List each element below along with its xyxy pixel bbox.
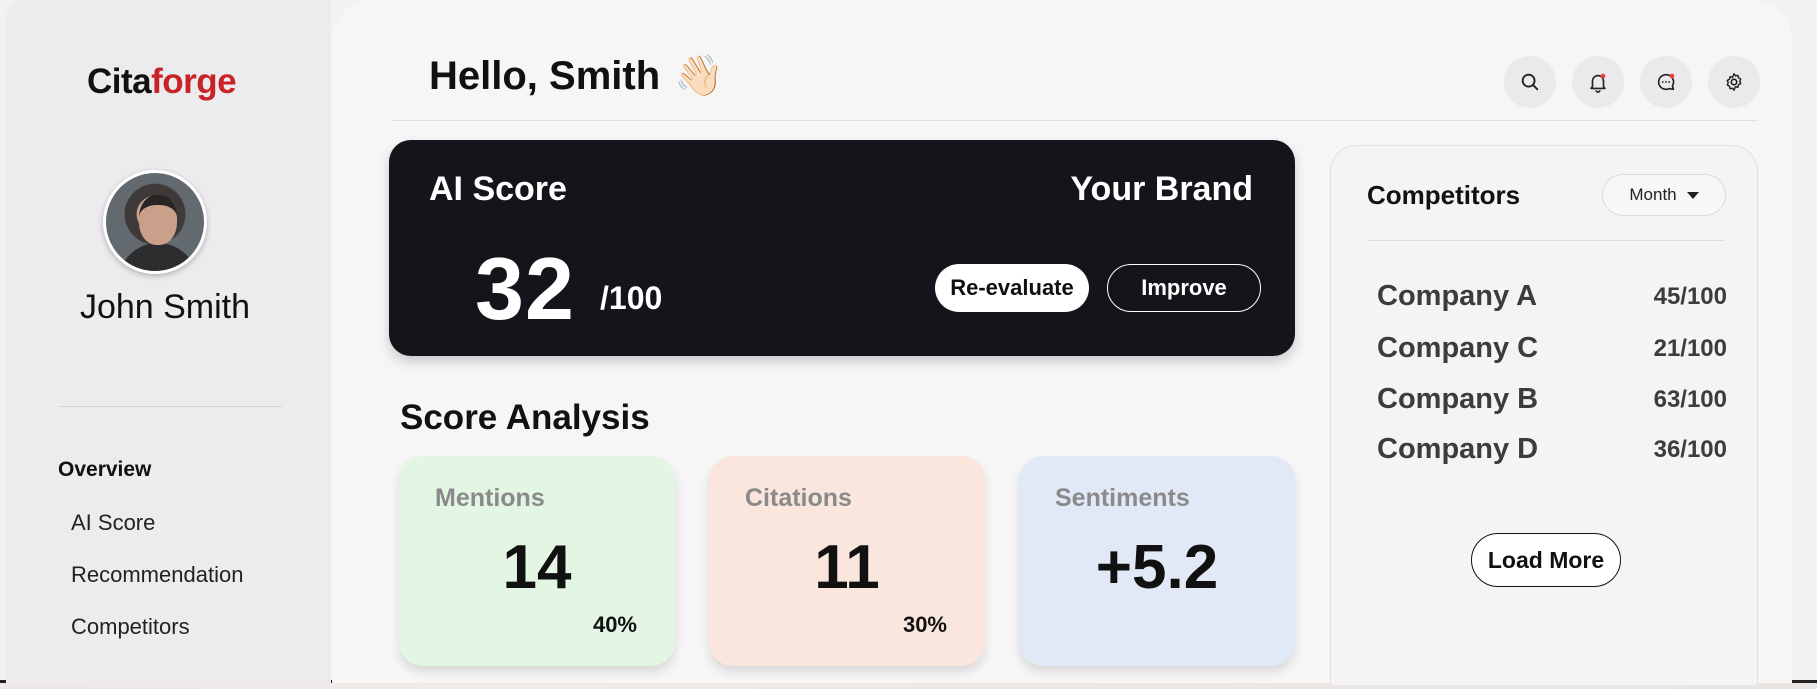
reevaluate-button[interactable]: Re-evaluate bbox=[935, 264, 1089, 312]
metric-value: +5.2 bbox=[1095, 533, 1219, 602]
mentions-card[interactable]: Mentions 14 40% bbox=[399, 456, 675, 666]
score-analysis-title: Score Analysis bbox=[400, 398, 650, 437]
competitor-row[interactable]: Company B 63/100 bbox=[1377, 383, 1727, 419]
notifications-button[interactable] bbox=[1572, 56, 1624, 108]
metric-label: Mentions bbox=[435, 484, 545, 512]
competitors-title: Competitors bbox=[1367, 180, 1521, 210]
metric-value: 14 bbox=[502, 533, 572, 602]
metric-label: Citations bbox=[745, 484, 852, 512]
search-button[interactable] bbox=[1504, 56, 1556, 108]
competitor-name: Company D bbox=[1377, 433, 1539, 465]
sidebar-item-competitors[interactable]: Competitors bbox=[71, 614, 190, 640]
page-title: Hello, Smith bbox=[429, 54, 661, 98]
app-frame: Citaforge John Smith Overview AI Score R… bbox=[0, 0, 1817, 685]
competitor-row[interactable]: Company D 36/100 bbox=[1377, 433, 1727, 469]
metric-percent: 40% bbox=[592, 612, 637, 637]
competitor-name: Company B bbox=[1377, 383, 1539, 415]
competitors-panel: Competitors Month Company A 45/100 Compa… bbox=[1330, 145, 1758, 685]
ai-score-value: 32 bbox=[475, 239, 575, 338]
competitor-score: 45/100 bbox=[1653, 283, 1727, 310]
gear-icon bbox=[1726, 73, 1742, 91]
metric-label: Sentiments bbox=[1055, 484, 1190, 512]
avatar[interactable] bbox=[103, 170, 207, 274]
competitor-name: Company C bbox=[1377, 332, 1539, 364]
competitor-score: 36/100 bbox=[1653, 436, 1727, 463]
ai-score-max: /100 bbox=[600, 280, 663, 316]
sidebar-item-recommendation[interactable]: Recommendation bbox=[71, 562, 243, 588]
competitor-score: 21/100 bbox=[1653, 335, 1727, 362]
user-name: John Smith bbox=[79, 288, 251, 326]
messages-button[interactable] bbox=[1640, 56, 1692, 108]
citations-card[interactable]: Citations 11 30% bbox=[709, 456, 985, 666]
competitor-row[interactable]: Company A 45/100 bbox=[1377, 280, 1727, 316]
competitor-score: 63/100 bbox=[1653, 386, 1727, 413]
search-icon bbox=[1521, 73, 1539, 91]
competitor-name: Company A bbox=[1377, 280, 1538, 312]
ai-score-title: AI Score bbox=[429, 170, 567, 208]
competitors-divider bbox=[1367, 240, 1725, 241]
improve-button[interactable]: Improve bbox=[1107, 264, 1261, 312]
brand-label: Your Brand bbox=[1070, 170, 1253, 208]
chat-icon bbox=[1657, 73, 1675, 91]
avatar-face bbox=[139, 195, 177, 245]
settings-button[interactable] bbox=[1708, 56, 1760, 108]
metric-value: 11 bbox=[814, 533, 880, 602]
bell-icon bbox=[1590, 73, 1606, 93]
avatar-shoulders bbox=[118, 243, 198, 271]
logo-text-primary: Cita bbox=[87, 62, 152, 101]
period-label: Month bbox=[1629, 185, 1677, 204]
period-dropdown[interactable]: Month bbox=[1602, 174, 1726, 216]
metric-percent: 30% bbox=[902, 612, 947, 637]
brand-logo[interactable]: Citaforge bbox=[87, 62, 237, 102]
load-more-button[interactable]: Load More bbox=[1471, 533, 1621, 587]
caret-down-icon bbox=[1686, 191, 1699, 199]
competitor-row[interactable]: Company C 21/100 bbox=[1377, 332, 1727, 368]
sentiments-card[interactable]: Sentiments +5.2 bbox=[1019, 456, 1295, 666]
logo-text-accent: forge bbox=[151, 62, 237, 101]
sidebar-divider bbox=[58, 406, 282, 407]
header-divider bbox=[392, 120, 1758, 121]
wave-icon: 👋🏻 bbox=[674, 54, 724, 98]
sidebar-item-overview[interactable]: Overview bbox=[58, 458, 151, 482]
sidebar-item-ai-score[interactable]: AI Score bbox=[71, 510, 155, 536]
ai-score-card: AI Score Your Brand 32 /100 Re-evaluate … bbox=[389, 140, 1295, 356]
